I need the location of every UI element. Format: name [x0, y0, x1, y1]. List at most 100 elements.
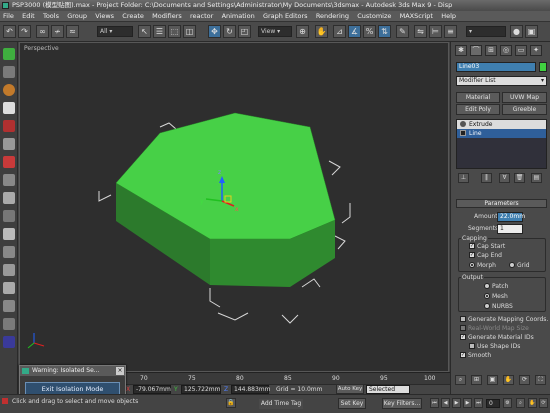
- menu-group[interactable]: Group: [64, 11, 90, 21]
- grid-radio[interactable]: [509, 262, 515, 268]
- x-coordinate-field[interactable]: -79.067mm: [133, 385, 171, 394]
- menu-views[interactable]: Views: [92, 11, 117, 21]
- perspective-viewport[interactable]: Perspective z y x: [19, 42, 449, 372]
- zoom-extents-icon[interactable]: ▣: [487, 375, 498, 385]
- z-coordinate-field[interactable]: 144.883mm: [231, 385, 271, 394]
- gen-material-ids-checkbox[interactable]: ✓: [460, 334, 466, 340]
- helper-icon[interactable]: [3, 156, 15, 168]
- light-icon[interactable]: [3, 120, 15, 132]
- mesh-radio[interactable]: [484, 293, 490, 299]
- reference-coord-dropdown[interactable]: View ▾: [258, 26, 292, 37]
- auto-key-button[interactable]: Auto Key: [336, 384, 364, 394]
- menu-rendering[interactable]: Rendering: [313, 11, 352, 21]
- nurbs-radio[interactable]: [484, 303, 490, 309]
- menu-edit[interactable]: Edit: [19, 11, 38, 21]
- spacewarp-icon[interactable]: [3, 174, 15, 186]
- select-rotate-icon[interactable]: ↻: [223, 25, 236, 38]
- y-coordinate-field[interactable]: 125.722mm: [181, 385, 221, 394]
- selection-filter-dropdown[interactable]: All ▾: [97, 26, 133, 37]
- previous-frame-icon[interactable]: ◀: [441, 398, 450, 408]
- pivot-center-icon[interactable]: ⊕: [296, 25, 309, 38]
- maximize-viewport-icon[interactable]: ⛶: [535, 375, 546, 385]
- morph-radio[interactable]: [469, 262, 475, 268]
- sphere-icon[interactable]: [3, 66, 15, 78]
- app-icon[interactable]: [2, 2, 9, 9]
- orbit-icon[interactable]: ⟳: [519, 375, 530, 385]
- remove-modifier-icon[interactable]: 🗑: [514, 173, 525, 183]
- tab-hierarchy[interactable]: ⊞: [485, 45, 497, 56]
- menu-tools[interactable]: Tools: [40, 11, 62, 21]
- motion-icon[interactable]: [3, 228, 15, 240]
- select-by-name-icon[interactable]: ☰: [153, 25, 166, 38]
- next-frame-icon[interactable]: ▶: [463, 398, 472, 408]
- unlink-icon[interactable]: ≁: [51, 25, 64, 38]
- layer-manager-icon[interactable]: ≡: [444, 25, 457, 38]
- align-icon[interactable]: ⊨: [429, 25, 442, 38]
- stack-item-line[interactable]: Line: [457, 129, 546, 138]
- current-frame-field[interactable]: 0: [486, 399, 500, 408]
- select-move-icon[interactable]: ✥: [208, 25, 221, 38]
- object-name-field[interactable]: Line03: [456, 62, 536, 72]
- display-icon[interactable]: [3, 246, 15, 258]
- select-scale-icon[interactable]: ◰: [238, 25, 251, 38]
- utilities-icon[interactable]: [3, 264, 15, 276]
- create-box-icon[interactable]: [3, 48, 15, 60]
- menu-file[interactable]: File: [0, 11, 17, 21]
- snaps-toggle-icon[interactable]: ⊿: [333, 25, 346, 38]
- maxscript-listener-icon[interactable]: [2, 398, 8, 404]
- select-object-icon[interactable]: ↖: [138, 25, 151, 38]
- key-filters-button[interactable]: Key Filters...: [382, 398, 422, 409]
- menu-graph-editors[interactable]: Graph Editors: [260, 11, 311, 21]
- tab-display[interactable]: ▭: [515, 45, 527, 56]
- pan-icon[interactable]: ✋: [503, 375, 514, 385]
- menu-customize[interactable]: Customize: [354, 11, 394, 21]
- window-crossing-icon[interactable]: ◫: [183, 25, 196, 38]
- named-selection-sets-dropdown[interactable]: ▾: [466, 26, 506, 37]
- menu-create[interactable]: Create: [119, 11, 147, 21]
- spacing-tool-icon[interactable]: [3, 318, 15, 330]
- link-icon[interactable]: ∞: [36, 25, 49, 38]
- make-unique-icon[interactable]: ∀: [499, 173, 510, 183]
- schematic-icon[interactable]: [3, 336, 15, 348]
- systems-icon[interactable]: [3, 192, 15, 204]
- uvw-map-button[interactable]: UVW Map: [502, 92, 547, 103]
- mirror-icon[interactable]: ⇋: [414, 25, 427, 38]
- pin-stack-icon[interactable]: ⊥: [458, 173, 469, 183]
- go-to-end-icon[interactable]: ⏭: [474, 398, 483, 408]
- greeble-button[interactable]: Greeble: [502, 104, 547, 115]
- viewport-zoom-icon[interactable]: ⌕: [516, 398, 525, 408]
- camera-icon[interactable]: [3, 102, 15, 114]
- edit-poly-button[interactable]: Edit Poly: [456, 104, 500, 115]
- go-to-start-icon[interactable]: ⏮: [430, 398, 439, 408]
- use-shape-ids-checkbox[interactable]: [469, 343, 475, 349]
- segments-spinner[interactable]: 1: [497, 224, 523, 234]
- configure-sets-icon[interactable]: ▤: [531, 173, 542, 183]
- shape-icon[interactable]: [3, 138, 15, 150]
- show-end-result-icon[interactable]: ‖: [481, 173, 492, 183]
- viewport-pan-icon[interactable]: ✋: [528, 398, 537, 408]
- play-icon[interactable]: ▶: [452, 398, 461, 408]
- parameters-rollout-header[interactable]: Parameters: [456, 199, 547, 208]
- tab-create[interactable]: ✱: [455, 45, 467, 56]
- spinner-snap-icon[interactable]: ⇅: [378, 25, 391, 38]
- render-icon[interactable]: [3, 84, 15, 96]
- select-manipulate-icon[interactable]: ✋: [315, 25, 328, 38]
- cap-end-checkbox[interactable]: ✓: [469, 252, 475, 258]
- snapshot-icon[interactable]: [3, 282, 15, 294]
- tab-utilities[interactable]: ✦: [530, 45, 542, 56]
- named-selection-icon[interactable]: ✎: [396, 25, 409, 38]
- material-button[interactable]: Material: [456, 92, 500, 103]
- object-color-swatch[interactable]: [539, 62, 547, 72]
- array-icon[interactable]: [3, 300, 15, 312]
- real-world-checkbox[interactable]: [460, 325, 466, 331]
- material-editor-icon[interactable]: ●: [510, 25, 523, 38]
- close-icon[interactable]: ×: [116, 367, 124, 375]
- smooth-checkbox[interactable]: ✓: [460, 352, 466, 358]
- modifier-onoff-icon[interactable]: [460, 121, 466, 127]
- patch-radio[interactable]: [484, 283, 490, 289]
- key-mode-dropdown[interactable]: Selected: [366, 385, 410, 394]
- redo-icon[interactable]: ↷: [18, 25, 31, 38]
- timeline[interactable]: 70 75 80 85 90 95 100: [126, 372, 450, 384]
- add-time-tag-button[interactable]: Add Time Tag: [259, 399, 303, 409]
- menu-modifiers[interactable]: Modifiers: [149, 11, 185, 21]
